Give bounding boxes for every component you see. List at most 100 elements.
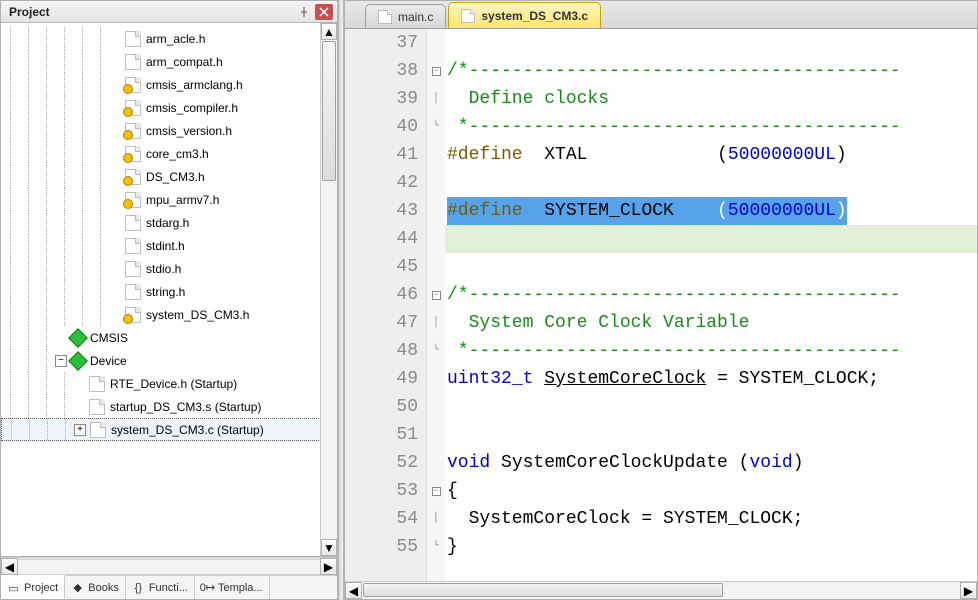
scroll-up-button[interactable]: ▲ — [321, 23, 337, 40]
code-line[interactable] — [445, 225, 977, 253]
fold-guide — [427, 365, 445, 393]
tree-file[interactable]: DS_CM3.h — [1, 165, 337, 188]
code-line[interactable]: /*--------------------------------------… — [445, 57, 977, 85]
code-line[interactable]: SystemCoreClock = SYSTEM_CLOCK; — [445, 505, 977, 533]
line-number: 51 — [345, 421, 418, 449]
books-icon: ◆ — [71, 581, 84, 594]
project-tree[interactable]: arm_acle.h arm_compat.h cmsis_armclang.hcm… — [1, 23, 337, 557]
fold-column[interactable]: −│└−│└−│└ — [427, 29, 445, 581]
tree-item-label: arm_acle.h — [146, 32, 205, 46]
line-number: 55 — [345, 533, 418, 561]
close-icon — [319, 7, 329, 17]
tree-item-label: Device — [90, 354, 127, 368]
tree-group-cmsis[interactable]: CMSIS — [1, 326, 337, 349]
panel-tab-label: Project — [24, 582, 58, 594]
fold-collapse-icon[interactable]: − — [427, 57, 445, 85]
tree-item-label: RTE_Device.h (Startup) — [110, 377, 237, 391]
code-line[interactable] — [445, 169, 977, 197]
project-icon: ▭ — [7, 582, 20, 595]
code-line[interactable]: { — [445, 477, 977, 505]
code-line[interactable] — [445, 393, 977, 421]
vertical-scrollbar[interactable]: ▲ ▼ — [320, 23, 337, 556]
line-number: 39 — [345, 85, 418, 113]
editor-tab-main-c[interactable]: main.c — [365, 4, 446, 28]
tree-file[interactable]: cmsis_compiler.h — [1, 96, 337, 119]
fold-guide — [427, 421, 445, 449]
tree-file[interactable]: string.h — [1, 280, 337, 303]
tree-file[interactable]: core_cm3.h — [1, 142, 337, 165]
tree-file[interactable]: arm_compat.h — [1, 50, 337, 73]
tree-file[interactable]: stdint.h — [1, 234, 337, 257]
scroll-right-button[interactable]: ▶ — [320, 558, 337, 575]
panel-tab-project[interactable]: ▭ Project — [1, 575, 65, 599]
panel-tab-templa[interactable]: 0↦Templa... — [195, 576, 270, 599]
tree-file[interactable]: cmsis_version.h — [1, 119, 337, 142]
code-text[interactable]: /*--------------------------------------… — [445, 29, 977, 581]
line-number-gutter: 37383940414243444546474849505152535455 — [345, 29, 427, 581]
editor-scroll-track[interactable] — [362, 583, 960, 599]
tree-item-label: stdarg.h — [146, 216, 189, 230]
code-line[interactable] — [445, 253, 977, 281]
code-line[interactable]: *---------------------------------------… — [445, 113, 977, 141]
fold-guide: └ — [427, 337, 445, 365]
tree-file[interactable]: mpu_armv7.h — [1, 188, 337, 211]
fold-collapse-icon[interactable]: − — [427, 477, 445, 505]
scroll-track-h[interactable] — [18, 559, 320, 575]
line-number: 53 — [345, 477, 418, 505]
scroll-track[interactable] — [321, 40, 337, 539]
tree-file[interactable]: stdarg.h — [1, 211, 337, 234]
tree-file[interactable]: +system_DS_CM3.c (Startup) — [1, 418, 337, 441]
pin-button[interactable] — [295, 4, 313, 20]
editor-scroll-thumb[interactable] — [363, 583, 723, 597]
tree-file[interactable]: cmsis_armclang.h — [1, 73, 337, 96]
tree-item-label: mpu_armv7.h — [146, 193, 219, 207]
code-line[interactable]: System Core Clock Variable — [445, 309, 977, 337]
scroll-left-button[interactable]: ◀ — [1, 558, 18, 575]
code-editor: main.c system_DS_CM3.c 373839404142434445… — [344, 0, 978, 600]
tree-item-label: string.h — [146, 285, 185, 299]
scroll-down-button[interactable]: ▼ — [321, 539, 337, 556]
tree-item-label: stdint.h — [146, 239, 185, 253]
tree-expander[interactable]: − — [55, 355, 67, 367]
code-line[interactable]: #define SYSTEM_CLOCK (50000000UL) — [445, 197, 977, 225]
line-number: 42 — [345, 169, 418, 197]
tree-file[interactable]: system_DS_CM3.h — [1, 303, 337, 326]
horizontal-scrollbar[interactable]: ◀ ▶ — [1, 557, 337, 575]
code-line[interactable]: } — [445, 533, 977, 561]
tree-group-device[interactable]: − Device — [1, 349, 337, 372]
tree-expander[interactable]: + — [74, 424, 86, 436]
code-line[interactable]: *---------------------------------------… — [445, 337, 977, 365]
line-number: 48 — [345, 337, 418, 365]
close-panel-button[interactable] — [315, 4, 333, 20]
code-area[interactable]: 37383940414243444546474849505152535455 −… — [345, 29, 977, 581]
braces-icon: {} — [132, 581, 145, 594]
code-line[interactable] — [445, 421, 977, 449]
tree-file[interactable]: startup_DS_CM3.s (Startup) — [1, 395, 337, 418]
code-line[interactable] — [445, 29, 977, 57]
code-line[interactable]: Define clocks — [445, 85, 977, 113]
code-line[interactable]: /*--------------------------------------… — [445, 281, 977, 309]
tree-item-label: stdio.h — [146, 262, 181, 276]
line-number: 44 — [345, 225, 418, 253]
fold-collapse-icon[interactable]: − — [427, 281, 445, 309]
editor-tab-label: main.c — [398, 10, 433, 24]
panel-tab-books[interactable]: ◆Books — [65, 576, 126, 599]
file-icon — [125, 284, 141, 300]
editor-scroll-left-button[interactable]: ◀ — [345, 582, 362, 599]
panel-title: Project — [9, 5, 293, 19]
editor-tab-system_DS_CM3-c[interactable]: system_DS_CM3.c — [448, 2, 601, 28]
editor-scroll-right-button[interactable]: ▶ — [960, 582, 977, 599]
file-icon — [90, 422, 106, 438]
scroll-thumb[interactable] — [322, 41, 336, 181]
tree-item-label: cmsis_armclang.h — [146, 78, 243, 92]
editor-horizontal-scrollbar[interactable]: ◀ ▶ — [345, 581, 977, 599]
tree-file[interactable]: arm_acle.h — [1, 27, 337, 50]
code-line[interactable]: uint32_t SystemCoreClock = SYSTEM_CLOCK; — [445, 365, 977, 393]
tree-file[interactable]: stdio.h — [1, 257, 337, 280]
code-line[interactable]: void SystemCoreClockUpdate (void) — [445, 449, 977, 477]
panel-tab-functi[interactable]: {}Functi... — [126, 576, 195, 599]
fold-guide — [427, 449, 445, 477]
tree-item-label: cmsis_compiler.h — [146, 101, 238, 115]
code-line[interactable]: #define XTAL (50000000UL) — [445, 141, 977, 169]
tree-file[interactable]: RTE_Device.h (Startup) — [1, 372, 337, 395]
